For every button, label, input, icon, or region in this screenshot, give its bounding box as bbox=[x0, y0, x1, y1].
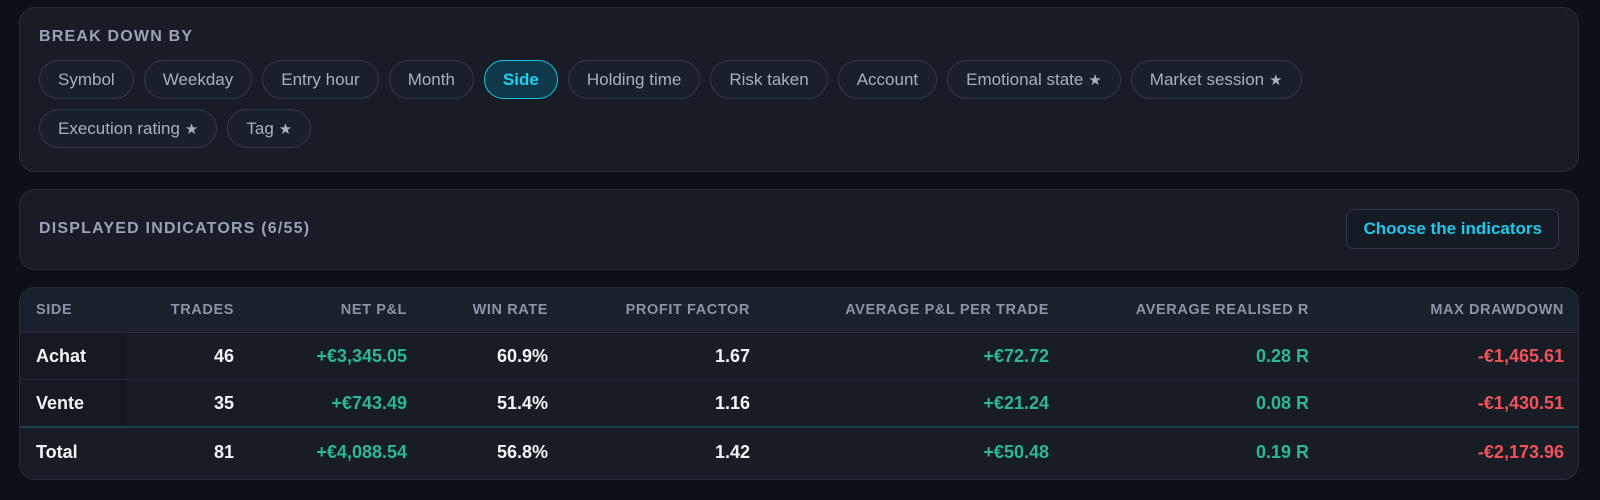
star-icon: ★ bbox=[1269, 71, 1283, 89]
column-header[interactable]: AVERAGE P&L PER TRADE bbox=[766, 288, 1065, 333]
total-cell: -€2,173.96 bbox=[1325, 426, 1578, 476]
column-header[interactable]: NET P&L bbox=[250, 288, 423, 333]
breakdown-title: BREAK DOWN BY bbox=[39, 28, 194, 45]
chip-side[interactable]: Side bbox=[483, 60, 558, 99]
chip-label: Account bbox=[856, 69, 919, 89]
table-cell: 0.28 R bbox=[1065, 332, 1325, 380]
table-cell: 1.16 bbox=[564, 379, 766, 428]
chip-month[interactable]: Month bbox=[388, 60, 474, 99]
chip-symbol[interactable]: Symbol bbox=[39, 60, 134, 99]
chip-label: Entry hour bbox=[281, 69, 360, 89]
chip-label: Symbol bbox=[58, 69, 115, 89]
breakdown-chips: Symbol Weekday Entry hour Month Side Holding … bbox=[39, 60, 1439, 148]
column-header[interactable]: MAX DRAWDOWN bbox=[1325, 288, 1578, 333]
column-header[interactable]: SIDE bbox=[20, 288, 127, 333]
table-cell: +€743.49 bbox=[250, 379, 423, 428]
stats-table: SIDE TRADES NET P&L WIN RATE PROFIT FACTOR AV… bbox=[20, 288, 1578, 476]
chip-execution-rating[interactable]: Execution rating ★ bbox=[39, 109, 218, 148]
table-cell: Vente bbox=[20, 379, 127, 428]
chip-label: Risk taken bbox=[729, 69, 809, 89]
total-row: Total 81 +€4,088.54 56.8% 1.42 +€50.48 0.19 R-… bbox=[20, 426, 1578, 476]
star-icon: ★ bbox=[1088, 71, 1102, 89]
total-cell: 81 bbox=[127, 426, 250, 476]
table-cell: +€3,345.05 bbox=[250, 332, 423, 380]
choose-indicators-button[interactable]: Choose the indicators bbox=[1346, 209, 1559, 249]
table-cell: 0.08 R bbox=[1065, 379, 1325, 428]
table-row[interactable]: Achat 46 +€3,345.05 60.9% 1.67 +€72.72 0.28 R-… bbox=[20, 332, 1578, 380]
star-icon: ★ bbox=[278, 120, 293, 138]
chip-label: Emotional state bbox=[966, 69, 1084, 89]
indicators-panel: DISPLAYED INDICATORS (6/55) Choose the i… bbox=[19, 189, 1579, 270]
star-icon: ★ bbox=[184, 120, 199, 138]
chip-label: Holding time bbox=[586, 69, 682, 89]
total-cell: 0.19 R bbox=[1065, 426, 1325, 476]
stats-table-panel: SIDE TRADES NET P&L WIN RATE PROFIT FACTOR AV… bbox=[19, 287, 1579, 480]
table-cell: +€21.24 bbox=[766, 379, 1065, 428]
chip-label: Month bbox=[407, 69, 455, 89]
chip-label: Market session bbox=[1149, 69, 1265, 89]
chip-label: Side bbox=[502, 69, 539, 89]
total-cell: +€50.48 bbox=[766, 426, 1065, 476]
chip-emotional-state[interactable]: Emotional state ★ bbox=[947, 60, 1121, 99]
table-cell: 1.67 bbox=[564, 332, 766, 380]
table-cell: 51.4% bbox=[423, 379, 564, 428]
table-row[interactable]: Vente 35 +€743.49 51.4% 1.16 +€21.24 0.08 R -€1… bbox=[20, 379, 1578, 428]
table-cell: 46 bbox=[127, 332, 250, 380]
chip-tag[interactable]: Tag ★ bbox=[227, 109, 312, 148]
table-cell: -€1,430.51 bbox=[1325, 379, 1578, 428]
table-cell: 60.9% bbox=[423, 332, 564, 380]
total-cell: 56.8% bbox=[423, 426, 564, 476]
chip-entry-hour[interactable]: Entry hour bbox=[262, 60, 379, 99]
chip-account[interactable]: Account bbox=[837, 60, 938, 99]
column-header[interactable]: PROFIT FACTOR bbox=[564, 288, 766, 333]
chip-holding-time[interactable]: Holding time bbox=[567, 60, 701, 99]
chip-risk-taken[interactable]: Risk taken bbox=[710, 60, 828, 99]
table-cell: +€72.72 bbox=[766, 332, 1065, 380]
total-cell: +€4,088.54 bbox=[250, 426, 423, 476]
chip-label: Execution rating bbox=[58, 118, 180, 138]
table-header-row: SIDE TRADES NET P&L WIN RATE PROFIT FACTOR AV… bbox=[20, 288, 1578, 333]
table-cell: 35 bbox=[127, 379, 250, 428]
table-cell: Achat bbox=[20, 332, 127, 380]
column-header[interactable]: TRADES bbox=[127, 288, 250, 333]
total-cell: Total bbox=[20, 426, 127, 476]
indicators-title: DISPLAYED INDICATORS (6/55) bbox=[39, 220, 311, 237]
table-cell: -€1,465.61 bbox=[1325, 332, 1578, 380]
chip-label: Tag bbox=[246, 118, 274, 138]
chip-market-session[interactable]: Market session ★ bbox=[1130, 60, 1302, 99]
chip-label: Weekday bbox=[162, 69, 234, 89]
column-header[interactable]: AVERAGE REALISED R bbox=[1065, 288, 1325, 333]
chip-weekday[interactable]: Weekday bbox=[143, 60, 253, 99]
breakdown-panel: BREAK DOWN BY Symbol Weekday Entry hour Mon… bbox=[19, 7, 1579, 172]
column-header[interactable]: WIN RATE bbox=[423, 288, 564, 333]
total-cell: 1.42 bbox=[564, 426, 766, 476]
